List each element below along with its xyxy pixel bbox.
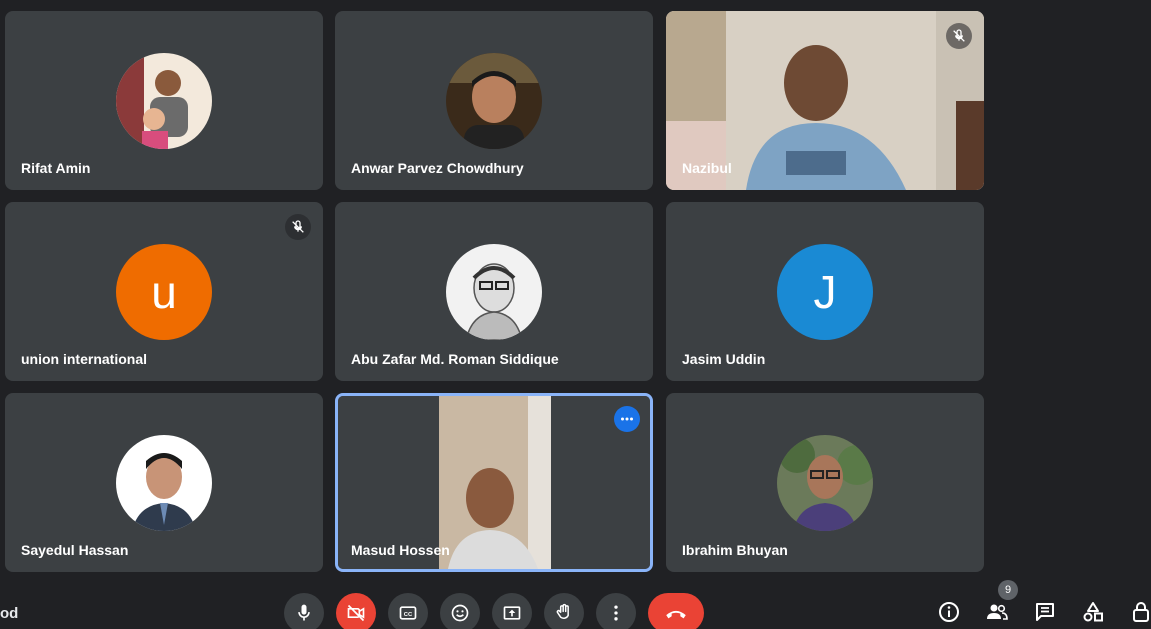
people-button[interactable] — [984, 599, 1010, 625]
avatar-initial: u — [151, 266, 177, 318]
participant-tile-masud-hossen[interactable]: Masud Hossen — [335, 393, 653, 572]
participant-name: Anwar Parvez Chowdhury — [351, 160, 524, 176]
participant-name: Nazibul — [682, 160, 732, 176]
info-icon — [939, 602, 959, 622]
meeting-details-button[interactable] — [936, 599, 962, 625]
participant-name: Rifat Amin — [21, 160, 91, 176]
raise-hand-button[interactable] — [544, 593, 584, 629]
camera-off-icon — [347, 604, 365, 622]
participant-name: Abu Zafar Md. Roman Siddique — [351, 351, 559, 367]
present-icon — [503, 606, 521, 620]
participant-count-badge: 9 — [998, 580, 1018, 600]
participant-avatar — [777, 435, 873, 531]
participant-name: Jasim Uddin — [682, 351, 766, 367]
present-screen-button[interactable] — [492, 593, 532, 629]
participant-tile-abu-zafar-md-roman-siddique[interactable]: Abu Zafar Md. Roman Siddique — [335, 202, 653, 381]
participant-name: union international — [21, 351, 147, 367]
chat-icon — [1036, 603, 1054, 621]
mic-muted-indicator-icon — [946, 23, 972, 49]
participant-initial-avatar: J — [777, 244, 873, 340]
participant-avatar — [116, 53, 212, 149]
raise-hand-icon — [556, 603, 569, 619]
participant-tile-jasim-uddin[interactable]: J Jasim Uddin — [666, 202, 984, 381]
participant-initial-avatar: u — [116, 244, 212, 340]
emoji-icon — [451, 604, 469, 622]
people-icon — [987, 604, 1008, 620]
participant-name: Masud Hossen — [351, 542, 450, 558]
mic-icon — [298, 604, 310, 621]
activities-button[interactable] — [1080, 599, 1106, 625]
participant-avatar — [446, 244, 542, 340]
participant-tile-sayedul-hassan[interactable]: Sayedul Hassan — [5, 393, 323, 572]
camera-toggle-button[interactable] — [336, 593, 376, 629]
avatar-initial: J — [813, 266, 837, 318]
control-bar: od CC — [0, 585, 1151, 629]
meeting-name: od — [0, 605, 19, 622]
lock-icon — [1133, 602, 1149, 622]
svg-text:CC: CC — [404, 612, 413, 618]
microphone-button[interactable] — [284, 593, 324, 629]
end-call-button[interactable] — [648, 593, 704, 629]
participant-tile-ibrahim-bhuyan[interactable]: Ibrahim Bhuyan — [666, 393, 984, 572]
more-options-button[interactable] — [596, 593, 636, 629]
host-controls-button[interactable] — [1128, 599, 1151, 625]
mic-muted-indicator-icon — [285, 214, 311, 240]
participant-name: Sayedul Hassan — [21, 542, 129, 558]
end-call-icon — [666, 610, 686, 619]
more-options-icon — [614, 605, 618, 621]
captions-button[interactable]: CC — [388, 593, 428, 629]
participant-avatar — [116, 435, 212, 531]
reactions-button[interactable] — [440, 593, 480, 629]
participant-tile-anwar-parvez-chowdhury[interactable]: Anwar Parvez Chowdhury — [335, 11, 653, 190]
participant-tile-nazibul[interactable]: Nazibul — [666, 11, 984, 190]
participant-name: Ibrahim Bhuyan — [682, 542, 788, 558]
participant-avatar — [446, 53, 542, 149]
activities-icon — [1083, 602, 1103, 622]
captions-icon: CC — [399, 606, 417, 620]
chat-button[interactable] — [1032, 599, 1058, 625]
participant-tile-union-international[interactable]: u union international — [5, 202, 323, 381]
participant-tile-rifat-amin[interactable]: Rifat Amin — [5, 11, 323, 190]
tile-more-options-icon[interactable] — [614, 406, 640, 432]
